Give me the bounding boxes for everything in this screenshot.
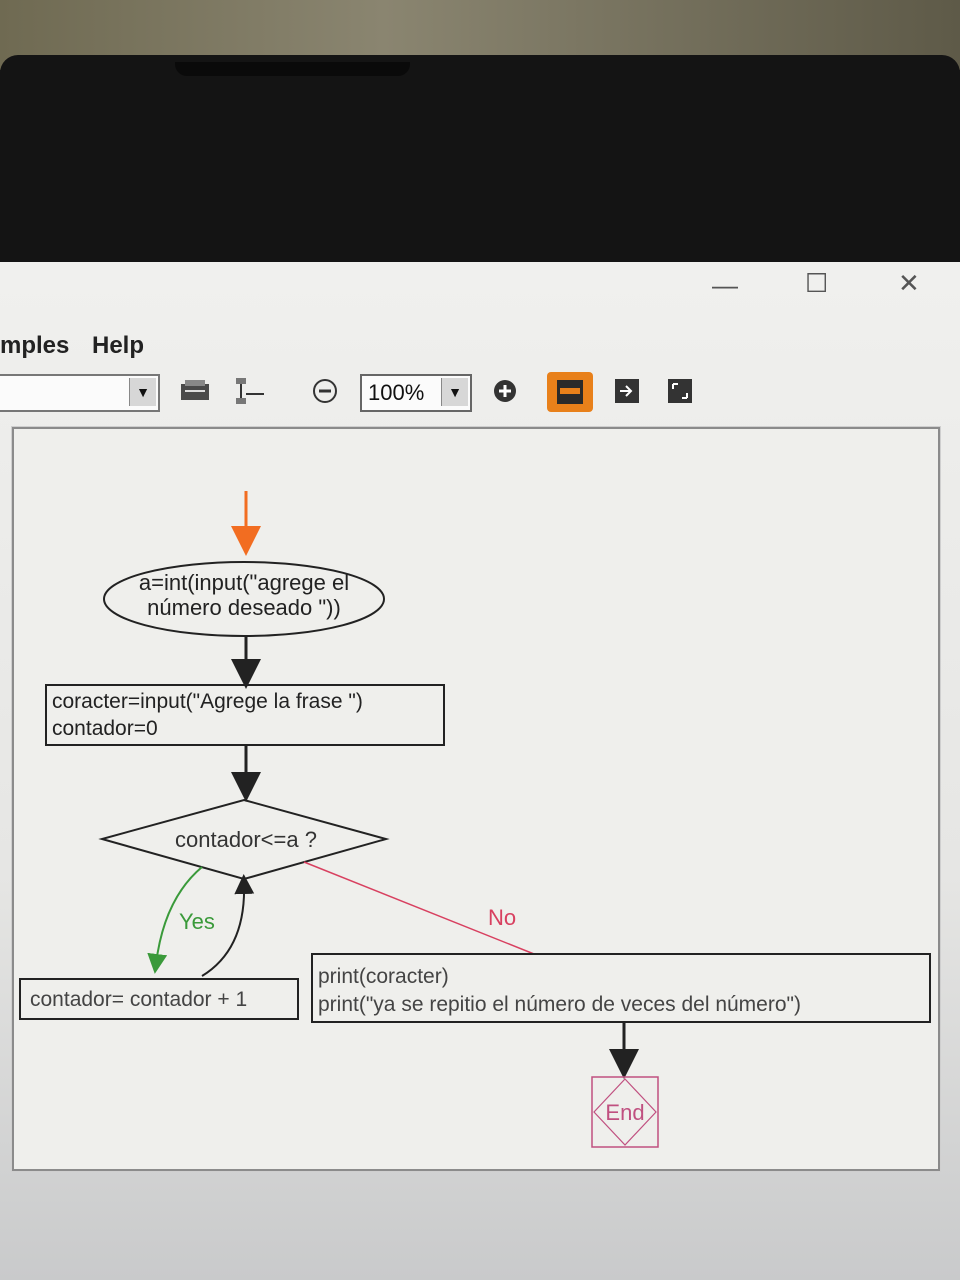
zoom-select[interactable]: 100% ▼ bbox=[360, 374, 472, 412]
application-window: — ☐ ✕ mples Help ▼ 100% ▼ a=int(input("a… bbox=[0, 262, 960, 1280]
flowchart-canvas: a=int(input("agrege el número deseado ")… bbox=[12, 427, 940, 1171]
chevron-down-icon[interactable]: ▼ bbox=[129, 378, 156, 406]
toolbar: ▼ 100% ▼ bbox=[0, 370, 960, 412]
fit-icon[interactable] bbox=[665, 376, 695, 406]
zoom-out-icon[interactable] bbox=[310, 376, 340, 406]
maximize-button[interactable]: ☐ bbox=[805, 268, 828, 299]
end-label: End bbox=[605, 1100, 644, 1125]
menu-item-examples[interactable]: mples bbox=[0, 332, 69, 360]
print-icon[interactable] bbox=[178, 376, 212, 406]
assign-text-1: coracter=input("Agrege la frase ") bbox=[52, 690, 363, 713]
flow-debug-icon[interactable] bbox=[232, 376, 272, 408]
flowchart: a=int(input("agrege el número deseado ")… bbox=[19, 491, 931, 1148]
monitor-bezel bbox=[0, 55, 960, 275]
decision-text: contador<=a ? bbox=[175, 827, 317, 852]
input-text-1: a=int(input("agrege el bbox=[139, 570, 349, 595]
increment-text: contador= contador + 1 bbox=[30, 988, 247, 1011]
step-icon[interactable] bbox=[612, 376, 642, 406]
input-text-2: número deseado ")) bbox=[147, 595, 341, 620]
no-label: No bbox=[488, 905, 516, 930]
assign-text-2: contador=0 bbox=[52, 717, 158, 740]
menu-item-help[interactable]: Help bbox=[92, 332, 144, 360]
minimize-button[interactable]: — bbox=[712, 270, 738, 301]
title-bar: — ☐ ✕ bbox=[0, 262, 960, 322]
zoom-value: 100% bbox=[368, 380, 425, 405]
chevron-down-icon[interactable]: ▼ bbox=[441, 378, 468, 406]
yes-label: Yes bbox=[179, 909, 215, 934]
output-text-2: print("ya se repitio el número de veces … bbox=[318, 993, 801, 1016]
zoom-in-icon[interactable] bbox=[490, 376, 520, 406]
monitor-notch bbox=[175, 62, 410, 76]
mode-select[interactable]: ▼ bbox=[0, 374, 160, 412]
close-button[interactable]: ✕ bbox=[898, 268, 920, 299]
output-text-1: print(coracter) bbox=[318, 965, 449, 988]
run-icon[interactable] bbox=[545, 370, 595, 414]
